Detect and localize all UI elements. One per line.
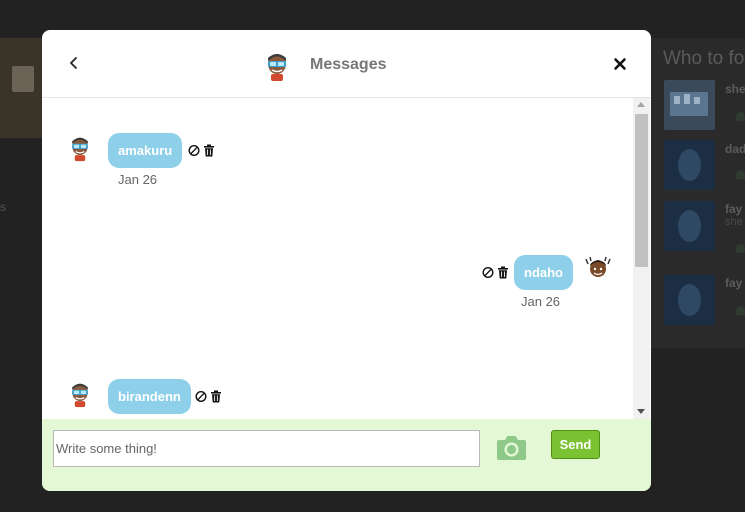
suggestion-name[interactable]: she — [725, 82, 745, 96]
suggestion-avatar[interactable] — [664, 80, 715, 130]
scroll-down-arrow-icon[interactable] — [637, 409, 645, 414]
delete-button[interactable] — [497, 266, 509, 279]
close-button[interactable] — [612, 56, 628, 72]
user-avatar-goggles-icon — [268, 54, 286, 81]
block-icon — [482, 266, 494, 279]
sender-avatar[interactable] — [70, 382, 90, 413]
suggestion-name[interactable]: fay — [725, 276, 742, 290]
message-list[interactable]: amakuru Jan 26 ndaho Jan 26 birandenn — [42, 98, 651, 419]
messages-modal: Messages amakuru Jan 26 ndaho Jan 26 bir… — [42, 30, 651, 491]
block-icon — [188, 144, 200, 157]
who-to-follow-title: Who to fo — [663, 48, 745, 69]
chevron-left-icon — [70, 57, 77, 69]
suggestion-avatar[interactable] — [664, 201, 715, 251]
delete-button[interactable] — [203, 144, 215, 157]
trash-icon — [498, 266, 508, 279]
sender-avatar[interactable] — [584, 256, 612, 287]
follow-icon[interactable] — [736, 244, 745, 253]
message-date: Jan 26 — [521, 294, 561, 309]
suggestion-name[interactable]: fay — [725, 202, 742, 216]
user-avatar-goggles-icon — [72, 383, 88, 408]
default-avatar-icon — [678, 149, 701, 181]
trash-icon — [204, 144, 214, 157]
default-avatar-icon — [678, 210, 701, 242]
avatar[interactable] — [266, 52, 288, 87]
block-button[interactable] — [188, 144, 200, 157]
suggestion-avatar[interactable] — [664, 275, 715, 325]
suggestion-subtitle: she — [725, 216, 743, 228]
user-avatar-goggles-icon — [72, 137, 88, 162]
background-photo — [0, 38, 42, 138]
trash-icon — [211, 390, 221, 403]
photo-icon — [670, 92, 708, 116]
attach-photo-button[interactable] — [496, 434, 527, 461]
message-date: Jan 26 — [118, 172, 158, 187]
sender-avatar[interactable] — [70, 136, 90, 167]
send-button[interactable]: Send — [551, 430, 600, 459]
follow-icon[interactable] — [736, 112, 745, 121]
message-bubble[interactable]: birandenn — [108, 379, 191, 414]
follow-icon[interactable] — [736, 170, 745, 179]
block-icon — [195, 390, 207, 403]
follow-icon[interactable] — [736, 306, 745, 315]
background-left-text: s — [0, 200, 6, 214]
suggestion-avatar[interactable] — [664, 140, 715, 190]
message-bubble[interactable]: ndaho — [514, 255, 573, 290]
default-avatar-icon — [678, 284, 701, 316]
modal-title: Messages — [310, 56, 387, 73]
modal-header: Messages — [42, 30, 651, 98]
block-button[interactable] — [482, 266, 494, 279]
close-icon — [614, 58, 626, 70]
message-composer: Send — [42, 419, 651, 491]
message-bubble[interactable]: amakuru — [108, 133, 183, 168]
block-button[interactable] — [195, 390, 207, 403]
suggestion-name[interactable]: dad — [725, 142, 745, 156]
scrollbar-thumb[interactable] — [635, 114, 648, 267]
camera-icon — [497, 436, 526, 460]
message-input[interactable] — [53, 430, 480, 467]
user-avatar-curly-icon — [585, 256, 611, 277]
back-button[interactable] — [66, 54, 82, 72]
message-scrollbar[interactable] — [633, 98, 650, 419]
delete-button[interactable] — [210, 390, 222, 403]
scroll-up-arrow-icon[interactable] — [637, 102, 645, 107]
